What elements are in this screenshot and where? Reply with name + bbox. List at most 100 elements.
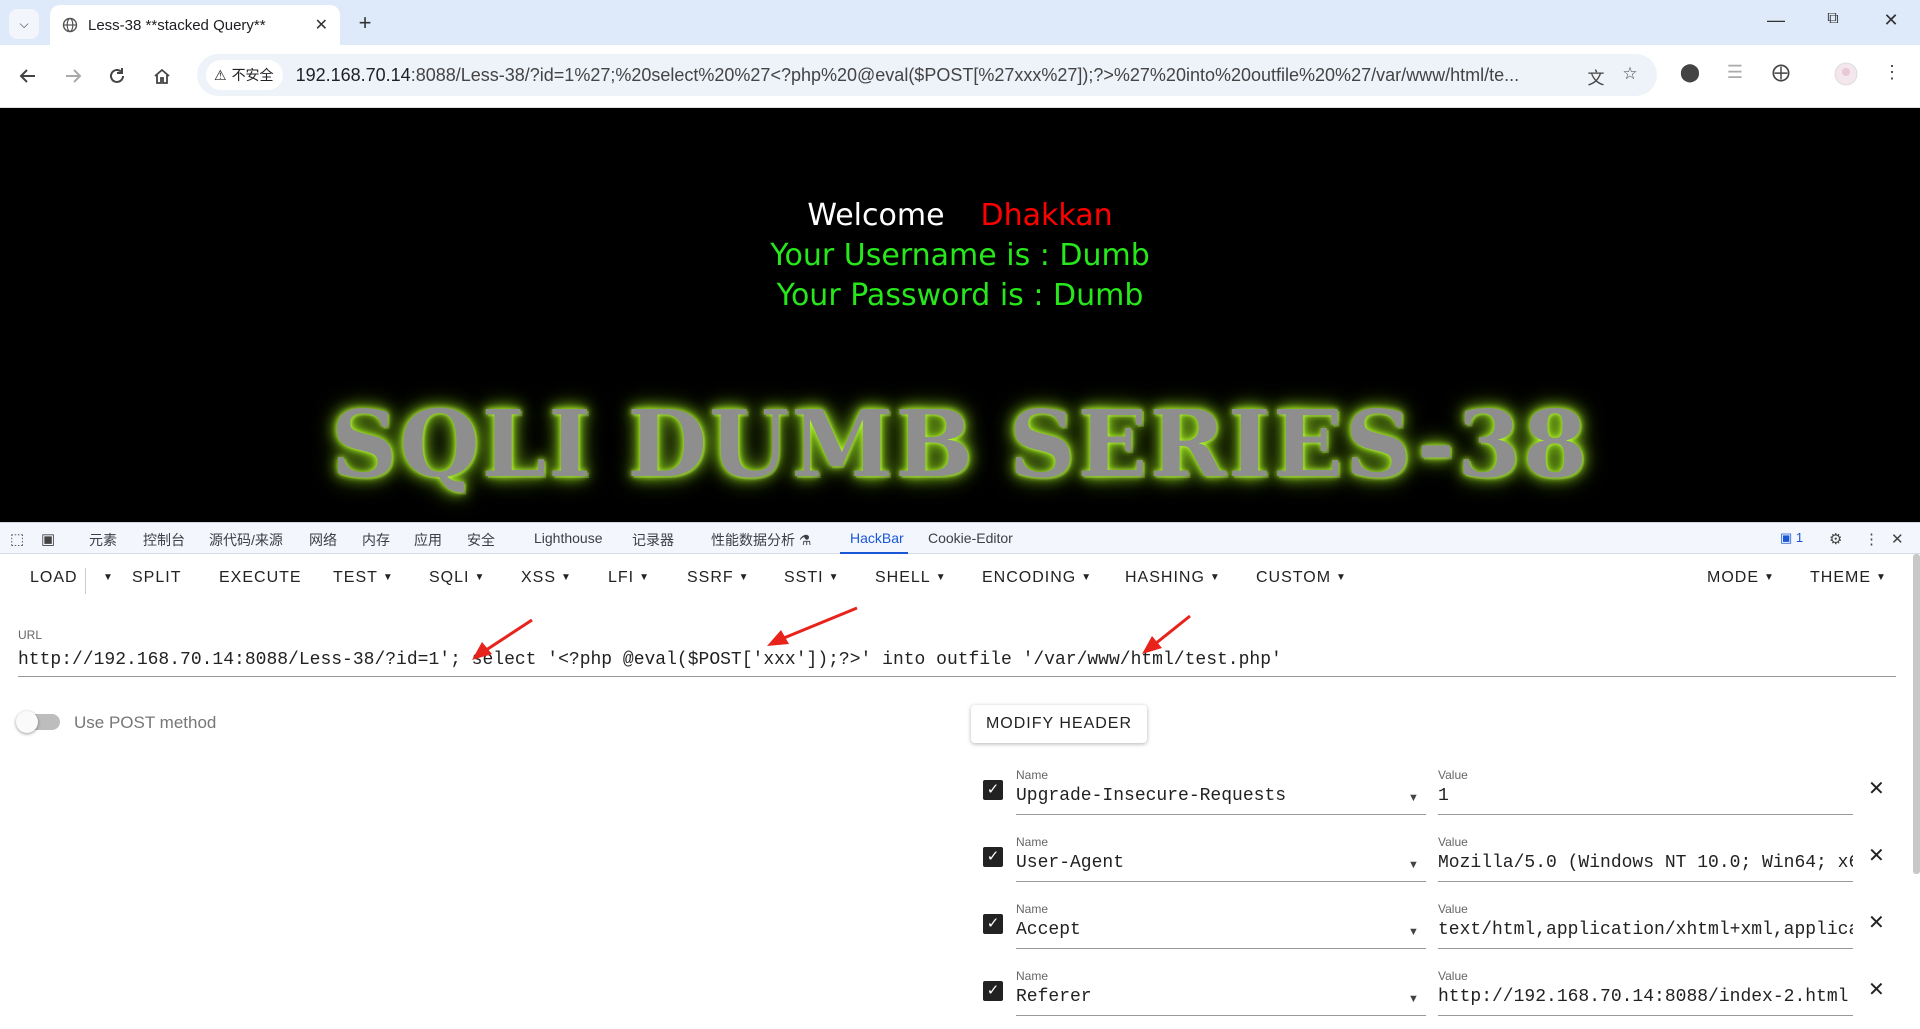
post-method-toggle[interactable]	[16, 711, 60, 733]
header-value-label: Value	[1438, 969, 1468, 983]
hackbar-panel: LOAD ▼ SPLIT EXECUTE TEST ▼ SQLI ▼ XSS ▼ LF…	[0, 554, 1920, 1029]
header-name-field[interactable]: User-Agent	[1016, 853, 1426, 879]
devtab-hackbar[interactable]: HackBar	[850, 530, 904, 546]
ssti-menu[interactable]: SSTI ▼	[784, 569, 839, 587]
devtab-security[interactable]: 安全	[467, 530, 495, 550]
theme-label: THEME	[1810, 569, 1871, 586]
header-enabled-checkbox[interactable]: ✓	[983, 914, 1003, 934]
extension-circle-icon[interactable]: ⬤	[1676, 62, 1704, 90]
devtab-lighthouse[interactable]: Lighthouse	[534, 530, 603, 546]
tab-search-chevron-icon[interactable]: ⌵	[9, 9, 39, 39]
password-line: Your Password is : Dumb	[776, 278, 1144, 313]
username-line: Your Username is : Dumb	[770, 238, 1150, 273]
hackbar-scrollbar[interactable]	[1913, 554, 1920, 874]
bookmark-star-icon[interactable]: ☆	[1619, 64, 1641, 86]
header-value-field[interactable]: Mozilla/5.0 (Windows NT 10.0; Win64; x64…	[1438, 853, 1853, 879]
devtab-network[interactable]: 网络	[309, 530, 337, 550]
custom-menu[interactable]: CUSTOM ▼	[1256, 569, 1347, 587]
forward-icon[interactable]	[59, 62, 87, 90]
remove-header-icon[interactable]: ✕	[1868, 977, 1885, 1002]
header-name-field[interactable]: Upgrade-Insecure-Requests	[1016, 786, 1426, 812]
security-indicator[interactable]: ⚠ 不安全	[206, 60, 283, 90]
header-name-dropdown-icon[interactable]: ▼	[1408, 993, 1419, 1005]
menu-kebab-icon[interactable]: ⋮	[1878, 62, 1906, 90]
remove-header-icon[interactable]: ✕	[1868, 776, 1885, 801]
sqli-menu[interactable]: SQLI ▼	[429, 569, 485, 587]
header-value-underline	[1438, 881, 1853, 882]
test-menu[interactable]: TEST ▼	[333, 569, 394, 587]
devtab-console[interactable]: 控制台	[143, 530, 185, 550]
split-button[interactable]: SPLIT	[132, 569, 181, 587]
header-enabled-checkbox[interactable]: ✓	[983, 847, 1003, 867]
header-enabled-checkbox[interactable]: ✓	[983, 780, 1003, 800]
toggle-knob	[16, 711, 38, 733]
ssti-label: SSTI	[784, 569, 824, 586]
hashing-menu[interactable]: HASHING ▼	[1125, 569, 1221, 587]
devtab-elements[interactable]: 元素	[89, 530, 117, 550]
reload-icon[interactable]	[103, 62, 131, 90]
header-name-label: Name	[1016, 835, 1049, 849]
modify-header-button[interactable]: MODIFY HEADER	[971, 705, 1147, 743]
minimize-icon[interactable]: —	[1761, 10, 1791, 31]
xss-menu[interactable]: XSS ▼	[521, 569, 572, 587]
device-toolbar-icon[interactable]: ▣	[41, 530, 55, 548]
header-name-field[interactable]: Accept	[1016, 920, 1426, 946]
load-button[interactable]: LOAD	[30, 569, 78, 587]
address-text[interactable]: 192.168.70.14:8088/Less-38/?id=1%27;%20s…	[296, 65, 1616, 86]
url-input[interactable]: http://192.168.70.14:8088/Less-38/?id=1'…	[18, 650, 1896, 672]
extensions-puzzle-icon[interactable]: ⨁	[1767, 62, 1795, 90]
settings-gear-icon[interactable]: ⚙	[1829, 530, 1842, 548]
encoding-menu[interactable]: ENCODING ▼	[982, 569, 1092, 587]
load-dropdown-icon[interactable]: ▼	[98, 569, 114, 587]
header-name-underline	[1016, 948, 1426, 949]
translate-icon[interactable]: 文	[1585, 64, 1607, 88]
new-tab-icon[interactable]: +	[352, 10, 378, 36]
window-close-icon[interactable]: ✕	[1876, 10, 1906, 31]
browser-tab[interactable]: Less-38 **stacked Query** ✕	[50, 5, 340, 45]
devtab-memory[interactable]: 内存	[362, 530, 390, 550]
header-value-field[interactable]: 1	[1438, 786, 1853, 812]
inspect-element-icon[interactable]: ⬚	[10, 530, 24, 548]
header-name-underline	[1016, 814, 1426, 815]
issues-badge[interactable]: ▣ 1	[1780, 530, 1803, 546]
header-name-underline	[1016, 1015, 1426, 1016]
xss-label: XSS	[521, 569, 557, 586]
header-name-dropdown-icon[interactable]: ▼	[1408, 859, 1419, 871]
close-devtools-icon[interactable]: ✕	[1891, 530, 1904, 548]
header-value-field[interactable]: http://192.168.70.14:8088/index-2.html	[1438, 987, 1853, 1013]
devtools-tab-bar: ⬚ ▣ 元素 控制台 源代码/来源 网络 内存 应用 安全 Lighthouse…	[0, 522, 1920, 554]
header-value-underline	[1438, 948, 1853, 949]
theme-menu[interactable]: THEME ▼	[1810, 569, 1887, 587]
test-label: TEST	[333, 569, 378, 586]
devtab-sources[interactable]: 源代码/来源	[209, 530, 283, 550]
remove-header-icon[interactable]: ✕	[1868, 843, 1885, 868]
lfi-menu[interactable]: LFI ▼	[608, 569, 650, 587]
close-tab-icon[interactable]: ✕	[315, 15, 328, 35]
devtab-cookie-editor[interactable]: Cookie-Editor	[928, 530, 1013, 546]
shell-menu[interactable]: SHELL ▼	[875, 569, 947, 587]
header-row: ✓ Name Upgrade-Insecure-Requests ▼ Value…	[983, 768, 1885, 820]
address-bar[interactable]: ⚠ 不安全 192.168.70.14:8088/Less-38/?id=1%2…	[197, 54, 1657, 96]
ssrf-menu[interactable]: SSRF ▼	[687, 569, 750, 587]
mode-menu[interactable]: MODE ▼	[1707, 569, 1775, 587]
header-value-label: Value	[1438, 835, 1468, 849]
header-enabled-checkbox[interactable]: ✓	[983, 981, 1003, 1001]
header-name-label: Name	[1016, 768, 1049, 782]
devtools-menu-icon[interactable]: ⋮	[1864, 530, 1879, 548]
back-icon[interactable]	[14, 62, 42, 90]
devtab-recorder[interactable]: 记录器	[632, 530, 674, 550]
url-underline	[18, 676, 1896, 677]
profile-avatar[interactable]	[1832, 62, 1860, 90]
devtab-performance-insights[interactable]: 性能数据分析 ⚗	[711, 530, 811, 550]
devtab-application[interactable]: 应用	[414, 530, 442, 550]
restore-icon[interactable]: ⧉	[1818, 10, 1848, 28]
header-name-dropdown-icon[interactable]: ▼	[1408, 926, 1419, 938]
execute-button[interactable]: EXECUTE	[219, 569, 302, 587]
header-name-dropdown-icon[interactable]: ▼	[1408, 792, 1419, 804]
url-rest: :8088/Less-38/?id=1%27;%20select%20%27<?…	[410, 64, 1520, 85]
extension-bars-icon[interactable]: ☰	[1721, 62, 1749, 90]
home-icon[interactable]	[148, 62, 176, 90]
remove-header-icon[interactable]: ✕	[1868, 910, 1885, 935]
header-value-field[interactable]: text/html,application/xhtml+xml,applicat…	[1438, 920, 1853, 946]
header-name-field[interactable]: Referer	[1016, 987, 1426, 1013]
